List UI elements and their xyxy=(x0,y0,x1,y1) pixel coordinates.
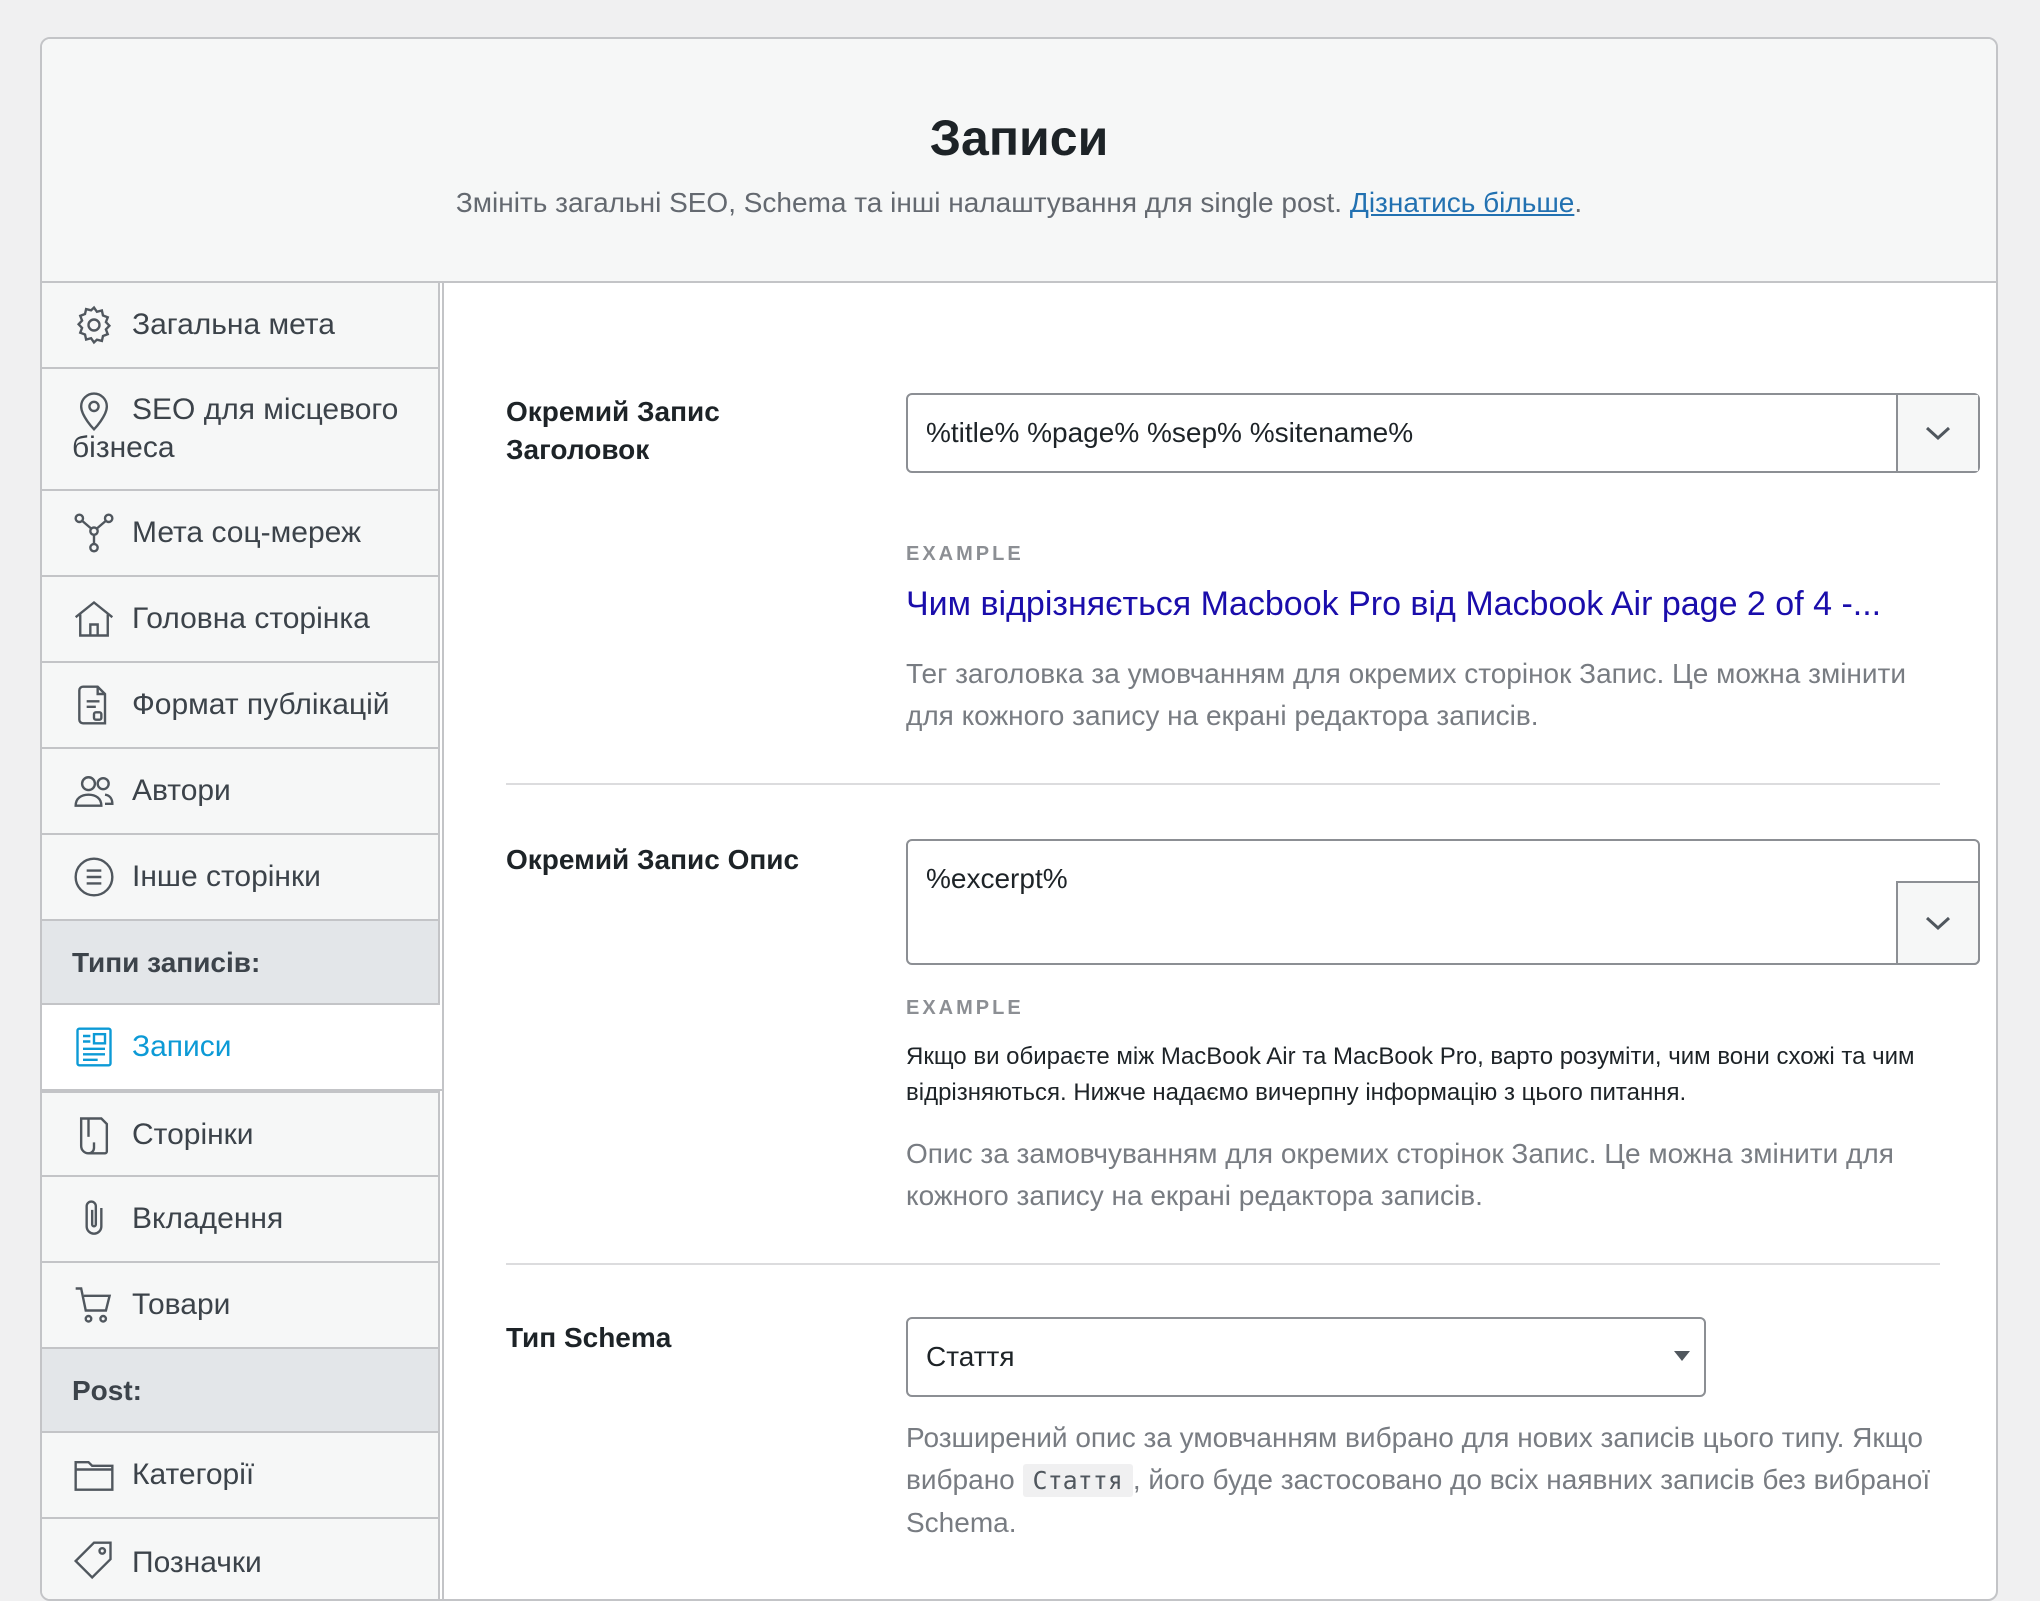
sidebar-item-pages[interactable]: Сторінки xyxy=(42,1091,440,1177)
sidebar-item-tags[interactable]: Позначки xyxy=(42,1519,440,1599)
sidebar-section-label: Post: xyxy=(72,1375,142,1406)
settings-content: Окремий Запис Заголовок %title% %page% %… xyxy=(442,283,1996,1599)
page-description-text: Змініть загальні SEO, Schema та інші нал… xyxy=(455,187,1343,218)
folder-icon xyxy=(72,1453,116,1497)
description-help-text: Опис за замовчуванням для окремих сторін… xyxy=(906,1138,1894,1211)
post-icon xyxy=(72,1025,116,1069)
sidebar-section-label: Типи записів: xyxy=(72,947,261,978)
description-period: . xyxy=(1574,187,1583,218)
sidebar-item-products[interactable]: Товари xyxy=(42,1263,440,1349)
learn-more-link[interactable]: Дізнатись більше xyxy=(1350,187,1575,218)
sidebar-item-post-formats[interactable]: Формат публікацій xyxy=(42,663,440,749)
title-example-preview: Чим відрізняється Macbook Pro від Macboo… xyxy=(906,585,1882,623)
sidebar-item-categories[interactable]: Категорії xyxy=(42,1433,440,1519)
sidebar-item-label: Загальна мета xyxy=(132,308,335,341)
sidebar-item-label: Мета соц-мереж xyxy=(132,516,362,549)
page-icon xyxy=(72,1113,116,1157)
title-input-value: %title% %page% %sep% %sitename% xyxy=(926,417,1414,448)
paperclip-icon xyxy=(72,1197,116,1241)
schema-help-text: Розширений опис за умовчанням вибрано дл… xyxy=(906,1417,1966,1544)
schema-help-code: Стаття xyxy=(1022,1464,1133,1497)
sidebar-item-local-seo[interactable]: SEO для місцевого бізнеса xyxy=(42,369,440,491)
sidebar-item-authors[interactable]: Автори xyxy=(42,749,440,835)
sidebar-section-post-types: Типи записів: xyxy=(42,921,440,1005)
chevron-down-icon xyxy=(1925,916,1951,931)
sidebar-nav: Загальна мета SEO для місцевого бізнеса … xyxy=(42,283,442,1599)
sidebar-item-label: Головна сторінка xyxy=(132,602,370,635)
sidebar-item-label: SEO для місцевого бізнеса xyxy=(72,393,399,464)
list-circle-icon xyxy=(72,855,116,899)
title-example-label: EXAMPLE xyxy=(906,543,1024,565)
sidebar-item-posts[interactable]: Записи xyxy=(42,1005,442,1091)
sidebar-item-general-meta[interactable]: Загальна мета xyxy=(42,283,440,369)
sidebar-item-label: Записи xyxy=(132,1030,232,1063)
schema-type-selected: Стаття xyxy=(926,1341,1015,1372)
sidebar-item-label: Категорії xyxy=(132,1458,255,1491)
sidebar-item-label: Позначки xyxy=(132,1546,262,1579)
sidebar-item-homepage[interactable]: Головна сторінка xyxy=(42,577,440,663)
sidebar-item-label: Вкладення xyxy=(132,1202,284,1235)
panel-header: Записи Змініть загальні SEO, Schema та і… xyxy=(42,39,1996,283)
sidebar-item-label: Сторінки xyxy=(132,1118,254,1151)
home-icon xyxy=(72,597,116,641)
social-network-icon xyxy=(72,511,116,555)
sidebar-item-label: Автори xyxy=(132,774,231,807)
settings-panel: Записи Змініть загальні SEO, Schema та і… xyxy=(40,37,1998,1601)
caret-down-icon xyxy=(1674,1351,1690,1361)
page-description: Змініть загальні SEO, Schema та інші нал… xyxy=(42,187,1996,219)
divider xyxy=(506,783,1940,785)
page-title: Записи xyxy=(929,110,1109,166)
gear-icon xyxy=(72,303,116,347)
chevron-down-icon xyxy=(1925,426,1951,441)
sidebar-item-label: Товари xyxy=(132,1288,231,1321)
cart-icon xyxy=(72,1283,116,1327)
sidebar-item-label: Формат публікацій xyxy=(132,688,390,721)
title-variables-dropdown[interactable] xyxy=(1896,395,1978,471)
description-example-preview: Якщо ви обираєте між MacBook Air та MacB… xyxy=(906,1043,1915,1106)
title-help-text: Тег заголовка за умовчанням для окремих … xyxy=(906,658,1907,731)
sidebar-section-post: Post: xyxy=(42,1349,440,1433)
description-variables-dropdown[interactable] xyxy=(1896,881,1980,965)
users-icon xyxy=(72,769,116,813)
schema-type-select[interactable]: Стаття xyxy=(906,1317,1706,1397)
divider xyxy=(506,1263,1940,1265)
sidebar-item-label: Інше сторінки xyxy=(132,860,321,893)
description-example-label: EXAMPLE xyxy=(906,997,1024,1019)
description-field-label: Окремий Запис Опис xyxy=(506,844,800,875)
document-format-icon xyxy=(72,683,116,727)
title-input[interactable]: %title% %page% %sep% %sitename% xyxy=(906,393,1980,473)
description-textarea-value: %excerpt% xyxy=(926,863,1068,894)
description-textarea[interactable]: %excerpt% xyxy=(906,839,1980,965)
sidebar-item-other-pages[interactable]: Інше сторінки xyxy=(42,835,440,921)
sidebar-item-social-meta[interactable]: Мета соц-мереж xyxy=(42,491,440,577)
tag-icon xyxy=(72,1539,116,1583)
sidebar-item-attachments[interactable]: Вкладення xyxy=(42,1177,440,1263)
title-field-label: Окремий Запис Заголовок xyxy=(506,396,720,465)
schema-field-label: Тип Schema xyxy=(506,1322,672,1353)
